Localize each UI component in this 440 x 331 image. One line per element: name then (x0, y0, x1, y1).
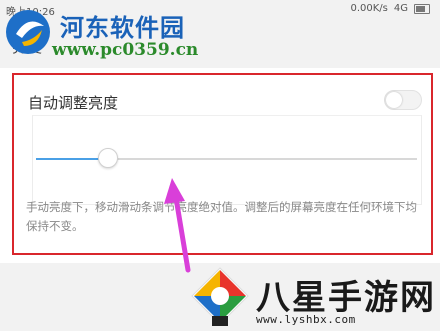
bottom-watermark-name: 八星手游网 (256, 278, 436, 318)
bottom-watermark: 八星手游网 www.lyshbx.com (190, 266, 440, 331)
top-watermark: 河东软件园 www.pc0359.cn (0, 0, 230, 70)
network-speed: 0.00K/s (350, 3, 388, 14)
hedong-logo-icon (6, 10, 50, 54)
top-watermark-url: www.pc0359.cn (52, 40, 199, 60)
bottom-watermark-url: www.lyshbx.com (256, 313, 356, 326)
status-right: 0.00K/s 4G (350, 3, 430, 14)
highlight-frame (12, 73, 433, 255)
top-watermark-name: 河东软件园 (60, 13, 185, 42)
bashing-logo-icon (191, 267, 249, 326)
battery-icon (414, 3, 430, 14)
network-type: 4G (393, 3, 408, 14)
